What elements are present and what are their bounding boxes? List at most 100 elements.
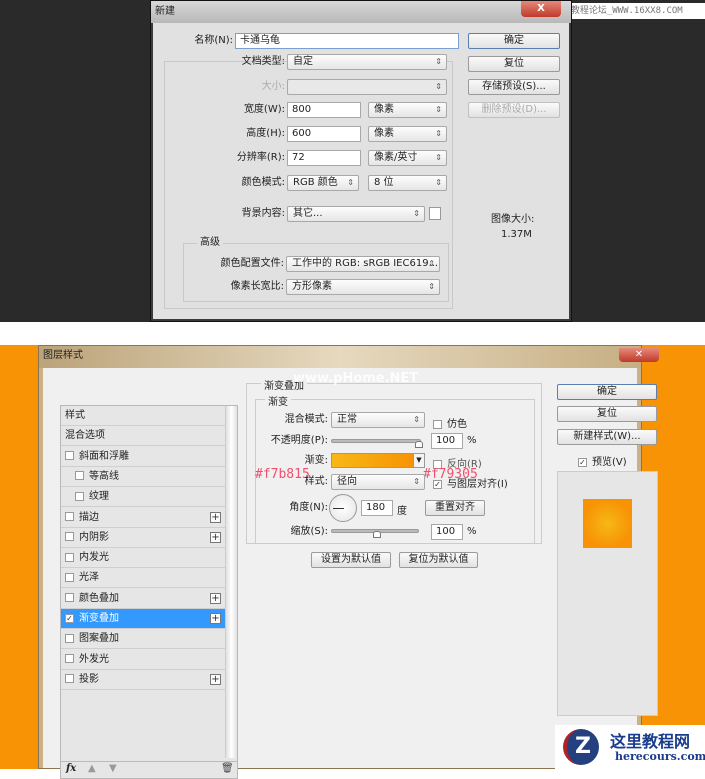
style-list-item[interactable]: 投影 + — [61, 670, 225, 690]
pixel-aspect-select[interactable]: 方形像素 ⇕ — [286, 279, 440, 295]
updown-icon: ⇕ — [435, 82, 442, 91]
scale-slider-thumb[interactable] — [373, 531, 381, 538]
size-label: 大小: — [261, 81, 285, 92]
blend-mode-select[interactable]: 正常 ⇕ — [331, 412, 425, 428]
reset-button[interactable]: 复位 — [557, 406, 657, 422]
style-list-item[interactable]: 外发光 — [61, 650, 225, 670]
checkbox-icon[interactable] — [65, 593, 74, 603]
checkbox-icon[interactable] — [65, 451, 74, 461]
dither-label: 仿色 — [447, 419, 467, 430]
logo-z-icon: Z — [563, 729, 599, 765]
updown-icon: ⇕ — [413, 477, 420, 486]
preview-label: 预览(V) — [592, 457, 627, 468]
preview-checkbox[interactable]: ✓ 预览(V) — [578, 453, 627, 468]
preview-swatch — [583, 499, 632, 548]
preview-panel — [557, 471, 658, 716]
updown-icon: ⇕ — [435, 178, 442, 187]
watermark-text: www.pHome.NET — [293, 371, 419, 386]
checkbox-icon[interactable] — [65, 572, 74, 582]
checkbox-icon[interactable] — [65, 552, 74, 562]
set-default-button[interactable]: 设置为默认值 — [311, 552, 391, 568]
add-icon[interactable]: + — [210, 531, 221, 543]
checkbox-icon[interactable] — [65, 633, 74, 643]
height-label: 高度(H): — [246, 128, 285, 139]
doctype-value: 自定 — [293, 56, 313, 67]
checkbox-icon[interactable] — [65, 532, 74, 542]
style-list-item[interactable]: 光泽 — [61, 568, 225, 589]
close-button[interactable]: ✕ — [619, 348, 659, 362]
resolution-input[interactable]: 72 — [287, 150, 361, 166]
style-list-item[interactable]: 描边 + — [61, 508, 225, 528]
logo-title: 这里教程网 — [610, 732, 691, 751]
style-list-item[interactable]: 混合选项 — [61, 426, 225, 447]
height-input[interactable]: 600 — [287, 126, 361, 142]
width-input[interactable]: 800 — [287, 102, 361, 118]
updown-icon: ⇕ — [428, 259, 435, 268]
style-select[interactable]: 径向 ⇕ — [331, 474, 425, 490]
gradient-dropdown-icon[interactable]: ▼ — [413, 453, 425, 468]
style-list-item[interactable]: 颜色叠加 + — [61, 589, 225, 609]
background-select[interactable]: 其它... ⇕ — [287, 206, 425, 222]
opacity-input[interactable]: 100 — [431, 433, 463, 449]
checkbox-icon[interactable] — [75, 491, 84, 501]
dialog-body: 名称(N): 卡通乌龟 文档类型: 自定 ⇕ 大小: ⇕ 宽度(W): 800 像… — [153, 23, 569, 319]
list-toolbar: fx ▲ ▼ 🗑 — [61, 761, 237, 778]
angle-dial[interactable] — [329, 494, 357, 522]
advanced-label: 高级 — [197, 237, 223, 249]
checkbox-icon[interactable] — [75, 471, 84, 481]
style-list-item-label: 内发光 — [79, 552, 109, 564]
save-preset-button[interactable]: 存储预设(S)... — [468, 79, 560, 95]
blend-mode-value: 正常 — [337, 414, 357, 425]
gradient-preview[interactable] — [331, 453, 414, 468]
add-icon[interactable]: + — [210, 613, 221, 624]
delete-preset-button: 删除预设(D)... — [468, 102, 560, 118]
style-list-item-label: 内阴影 — [79, 531, 109, 543]
add-icon[interactable]: + — [210, 673, 221, 685]
background-label: 背景内容: — [241, 208, 285, 219]
style-list-item[interactable]: 内阴影 + — [61, 528, 225, 548]
new-style-button[interactable]: 新建样式(W)... — [557, 429, 657, 445]
height-unit-select[interactable]: 像素 ⇕ — [368, 126, 447, 142]
ok-button[interactable]: 确定 — [468, 33, 560, 49]
style-value: 径向 — [337, 476, 357, 487]
style-list-item[interactable]: 内发光 — [61, 548, 225, 569]
close-button[interactable]: X — [521, 1, 561, 17]
checkbox-icon[interactable] — [65, 512, 74, 521]
add-icon[interactable]: + — [210, 592, 221, 604]
color-mode-select[interactable]: RGB 颜色 ⇕ — [287, 175, 359, 191]
reset-default-button[interactable]: 复位为默认值 — [399, 552, 478, 568]
percent-sign: % — [467, 435, 477, 446]
reset-button[interactable]: 复位 — [468, 56, 560, 72]
scrollbar[interactable] — [225, 406, 237, 758]
angle-input[interactable]: 180 — [361, 500, 393, 516]
style-list-item[interactable]: 纹理 — [61, 487, 225, 508]
doctype-select[interactable]: 自定 ⇕ — [287, 54, 447, 70]
style-list-item[interactable]: ✓ 渐变叠加 + — [61, 609, 225, 629]
checkbox-icon[interactable] — [65, 674, 74, 684]
ok-button[interactable]: 确定 — [557, 384, 657, 400]
opacity-slider[interactable] — [331, 439, 421, 443]
opacity-slider-thumb[interactable] — [415, 441, 423, 448]
checkmark-icon[interactable]: ✓ — [65, 613, 74, 623]
checkbox-icon[interactable] — [65, 654, 74, 664]
dither-checkbox[interactable]: 仿色 — [433, 415, 467, 430]
bit-depth-select[interactable]: 8 位 ⇕ — [368, 175, 447, 191]
checkbox-box — [433, 419, 442, 429]
align-with-layer-checkbox[interactable]: ✓ 与图层对齐(I) — [433, 475, 508, 490]
style-list-item[interactable]: 图案叠加 — [61, 629, 225, 650]
updown-icon: ⇕ — [435, 105, 442, 114]
background-color-swatch[interactable] — [429, 207, 441, 220]
style-list-item-label: 光泽 — [79, 572, 99, 584]
size-select: ⇕ — [287, 79, 447, 95]
color-profile-select[interactable]: 工作中的 RGB: sRGB IEC619... ⇕ — [286, 256, 440, 272]
style-list-item[interactable]: 斜面和浮雕 — [61, 447, 225, 467]
reset-align-button[interactable]: 重置对齐 — [425, 500, 485, 516]
scale-input[interactable]: 100 — [431, 524, 463, 540]
resolution-unit-select[interactable]: 像素/英寸 ⇕ — [368, 150, 447, 166]
width-unit-select[interactable]: 像素 ⇕ — [368, 102, 447, 118]
style-list-item[interactable]: 样式 — [61, 406, 225, 426]
updown-icon: ⇕ — [413, 415, 420, 424]
name-input[interactable]: 卡通乌龟 — [235, 33, 459, 49]
style-list-item[interactable]: 等高线 — [61, 467, 225, 487]
add-icon[interactable]: + — [210, 511, 221, 523]
